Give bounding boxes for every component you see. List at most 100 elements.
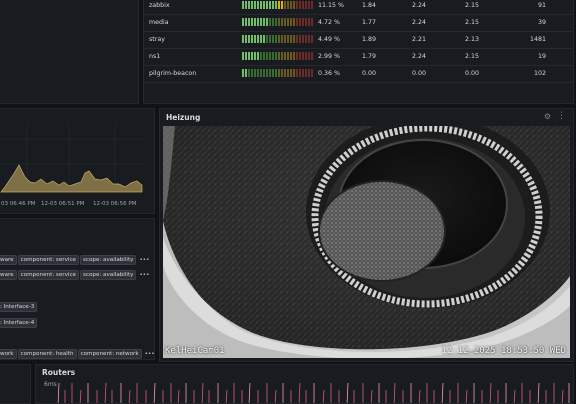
gauge-segment <box>296 35 298 43</box>
gauge-segment <box>245 69 247 77</box>
router-latency-spike <box>561 389 564 403</box>
gauge-segment <box>260 52 262 60</box>
camera-feed-drawing <box>163 126 570 358</box>
table-cell-pct: 0.36 % <box>318 70 341 77</box>
gauge-segment <box>311 18 313 26</box>
table-cell-name: zabbix <box>149 2 170 9</box>
gauge-segment <box>248 69 250 77</box>
gauge-segment <box>275 52 277 60</box>
table-cell-d: 91 <box>537 2 546 9</box>
gauge-segment <box>266 52 268 60</box>
table-cell-b: 2.24 <box>412 19 427 26</box>
gauge-segment <box>299 69 301 77</box>
gauge-segment <box>263 18 265 26</box>
table-row[interactable]: media 4.72 % 1.77 2.24 2.15 39 <box>144 14 573 32</box>
utilization-gauge <box>242 1 313 9</box>
gauge-segment <box>302 35 304 43</box>
table-cell-pct: 4.72 % <box>318 19 341 26</box>
gauge-segment <box>266 18 268 26</box>
tag[interactable]: component: service <box>17 255 79 265</box>
table-cell-a: 1.79 <box>362 53 377 60</box>
gauge-segment <box>281 1 283 9</box>
tag[interactable]: scope: availability <box>79 255 137 265</box>
gauge-segment <box>296 18 298 26</box>
table-row[interactable]: ns1 2.99 % 1.79 2.24 2.15 19 <box>144 48 573 66</box>
gauge-segment <box>311 52 313 60</box>
gauge-segment <box>251 18 253 26</box>
gauge-segment <box>296 52 298 60</box>
gauge-segment <box>275 18 277 26</box>
camera-panel-title: Heizung <box>166 113 201 122</box>
gauge-segment <box>254 52 256 60</box>
gauge-segment <box>308 35 310 43</box>
gauge-segment <box>242 1 244 9</box>
tag[interactable]: scope: availability <box>79 270 137 280</box>
gauge-segment <box>278 35 280 43</box>
router-latency-spike <box>537 382 540 403</box>
gauge-segment <box>251 69 253 77</box>
tag[interactable]: component: service <box>17 270 79 280</box>
menu-dots-icon[interactable]: ⋮ <box>557 111 566 121</box>
gauge-segment <box>254 1 256 9</box>
more-tags-icon[interactable]: ••• <box>145 351 154 357</box>
gauge-segment <box>296 1 298 9</box>
gauge-segment <box>287 18 289 26</box>
problem-row[interactable]: work component: health component: network •… <box>0 349 154 359</box>
gauge-segment <box>287 35 289 43</box>
tag[interactable]: : Interface-4 <box>0 318 38 328</box>
tag[interactable]: component: network <box>77 349 142 359</box>
problem-row[interactable]: ware component: service scope: availabilit… <box>0 255 149 265</box>
gauge-segment <box>290 35 292 43</box>
tag[interactable]: work <box>0 349 17 359</box>
table-cell-name: stray <box>149 36 165 43</box>
gauge-segment <box>269 1 271 9</box>
more-tags-icon[interactable]: ••• <box>139 257 149 263</box>
gauge-segment <box>290 1 292 9</box>
tag[interactable]: ware <box>0 255 17 265</box>
problem-row[interactable]: : Interface-4 <box>0 318 38 328</box>
gauge-segment <box>269 52 271 60</box>
problem-row[interactable]: : Interface-3 <box>0 302 38 312</box>
gauge-segment <box>278 69 280 77</box>
more-tags-icon[interactable]: ••• <box>139 272 149 278</box>
gauge-segment <box>260 35 262 43</box>
table-cell-c: 2.15 <box>465 19 480 26</box>
router-latency-spike <box>393 382 396 403</box>
gauge-segment <box>266 1 268 9</box>
gauge-segment <box>287 52 289 60</box>
router-latency-spike <box>465 389 468 403</box>
tag[interactable]: ware <box>0 270 17 280</box>
table-cell-a: 0.00 <box>362 70 377 77</box>
table-row[interactable]: pilgrim-beacon 0.36 % 0.00 0.00 0.00 102 <box>144 65 573 83</box>
tag[interactable]: component: health <box>17 349 77 359</box>
gauge-segment <box>278 18 280 26</box>
gauge-segment <box>257 69 259 77</box>
host-table-panel: zabbix 11.15 % 1.84 2.24 2.15 91 media 4.72 % 1.… <box>143 0 574 104</box>
router-latency-spike <box>128 389 131 403</box>
gauge-segment <box>290 52 292 60</box>
gear-icon[interactable]: ⚙ <box>544 112 551 121</box>
gauge-segment <box>248 18 250 26</box>
gauge-segment <box>293 18 295 26</box>
router-latency-spike <box>104 382 107 403</box>
router-latency-spike <box>57 382 60 403</box>
gauge-segment <box>257 18 259 26</box>
problem-row[interactable]: ware component: service scope: availabilit… <box>0 270 149 280</box>
gauge-segment <box>248 35 250 43</box>
table-row[interactable]: stray 4.49 % 1.89 2.21 2.13 1481 <box>144 31 573 49</box>
routers-chart <box>57 382 570 403</box>
tag[interactable]: : Interface-3 <box>0 302 38 312</box>
gauge-segment <box>284 35 286 43</box>
camera-image: KelHeiCam01 12-12-2025 18:53:50 WED <box>163 126 570 358</box>
gauge-segment <box>278 1 280 9</box>
gauge-segment <box>242 52 244 60</box>
table-cell-d: 102 <box>533 70 546 77</box>
gauge-segment <box>302 52 304 60</box>
gauge-segment <box>296 69 298 77</box>
utilization-gauge <box>242 18 313 26</box>
gauge-segment <box>275 1 277 9</box>
gauge-segment <box>308 69 310 77</box>
x-tick-3: 12-03 06:56 PM <box>93 201 137 207</box>
table-row[interactable]: zabbix 11.15 % 1.84 2.24 2.15 91 <box>144 0 573 15</box>
gauge-segment <box>293 35 295 43</box>
